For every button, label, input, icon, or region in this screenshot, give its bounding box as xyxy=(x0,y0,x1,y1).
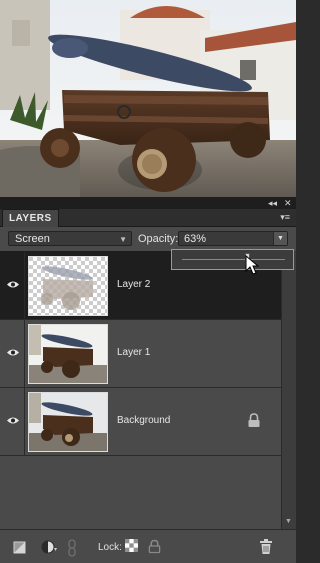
layers-scrollbar[interactable]: ▲ ▼ xyxy=(281,251,296,529)
layers-list: Layer 2 Layer 1 Background xyxy=(0,251,281,523)
visibility-toggle[interactable] xyxy=(2,388,25,455)
double-arrow-left-icon[interactable]: ◂◂ xyxy=(268,199,277,208)
opacity-slider-track[interactable] xyxy=(182,259,285,260)
panel-title-strip: ◂◂ ✕ xyxy=(0,197,296,209)
chevron-down-icon[interactable]: ▼ xyxy=(273,232,287,245)
layers-bottom-bar: Lock: xyxy=(0,529,296,563)
visibility-toggle[interactable] xyxy=(2,252,25,319)
layers-panel: ◂◂ ✕ LAYERS ▾≡ Screen ▼ Opacity: 63% ▼ L… xyxy=(0,197,296,563)
layer-name[interactable]: Background xyxy=(117,415,170,426)
opacity-value: 63% xyxy=(184,233,207,245)
layer-thumbnail xyxy=(28,392,108,452)
eye-icon[interactable] xyxy=(6,280,20,289)
lock-label: Lock: xyxy=(98,542,122,553)
adjustment-layer-icon[interactable] xyxy=(40,539,58,555)
opacity-field[interactable]: 63% ▼ xyxy=(178,231,288,246)
visibility-toggle[interactable] xyxy=(2,320,25,387)
lock-icon xyxy=(248,413,260,427)
close-icon[interactable]: ✕ xyxy=(284,199,292,208)
blend-mode-value: Screen xyxy=(15,233,50,245)
lock-all-icon[interactable] xyxy=(148,539,161,554)
blend-mode-dropdown[interactable]: Screen ▼ xyxy=(8,231,132,246)
new-layer-icon[interactable] xyxy=(12,539,28,555)
layer-thumbnail xyxy=(28,324,108,384)
tab-layers[interactable]: LAYERS xyxy=(2,209,59,227)
canvas-photo xyxy=(0,0,296,197)
chevron-down-icon: ▼ xyxy=(119,235,127,244)
layers-toolbar: Screen ▼ Opacity: 63% ▼ xyxy=(0,227,296,251)
link-icon[interactable] xyxy=(66,539,78,557)
mouse-pointer-icon xyxy=(245,255,259,275)
eye-icon[interactable] xyxy=(6,416,20,425)
lock-transparent-icon[interactable] xyxy=(125,539,138,552)
eye-icon[interactable] xyxy=(6,348,20,357)
layer-row-background[interactable]: Background xyxy=(0,388,281,456)
layer-name[interactable]: Layer 2 xyxy=(117,279,150,290)
layer-thumbnail xyxy=(28,256,108,316)
panel-menu-icon[interactable]: ▾≡ xyxy=(280,212,290,223)
trash-icon[interactable] xyxy=(259,539,273,555)
panel-tab-row: LAYERS ▾≡ xyxy=(0,209,296,227)
opacity-label: Opacity: xyxy=(138,233,179,245)
layer-name[interactable]: Layer 1 xyxy=(117,347,150,358)
scroll-down-icon[interactable]: ▼ xyxy=(285,518,292,525)
opacity-slider-popup xyxy=(171,249,294,270)
layer-row-layer-1[interactable]: Layer 1 xyxy=(0,320,281,388)
